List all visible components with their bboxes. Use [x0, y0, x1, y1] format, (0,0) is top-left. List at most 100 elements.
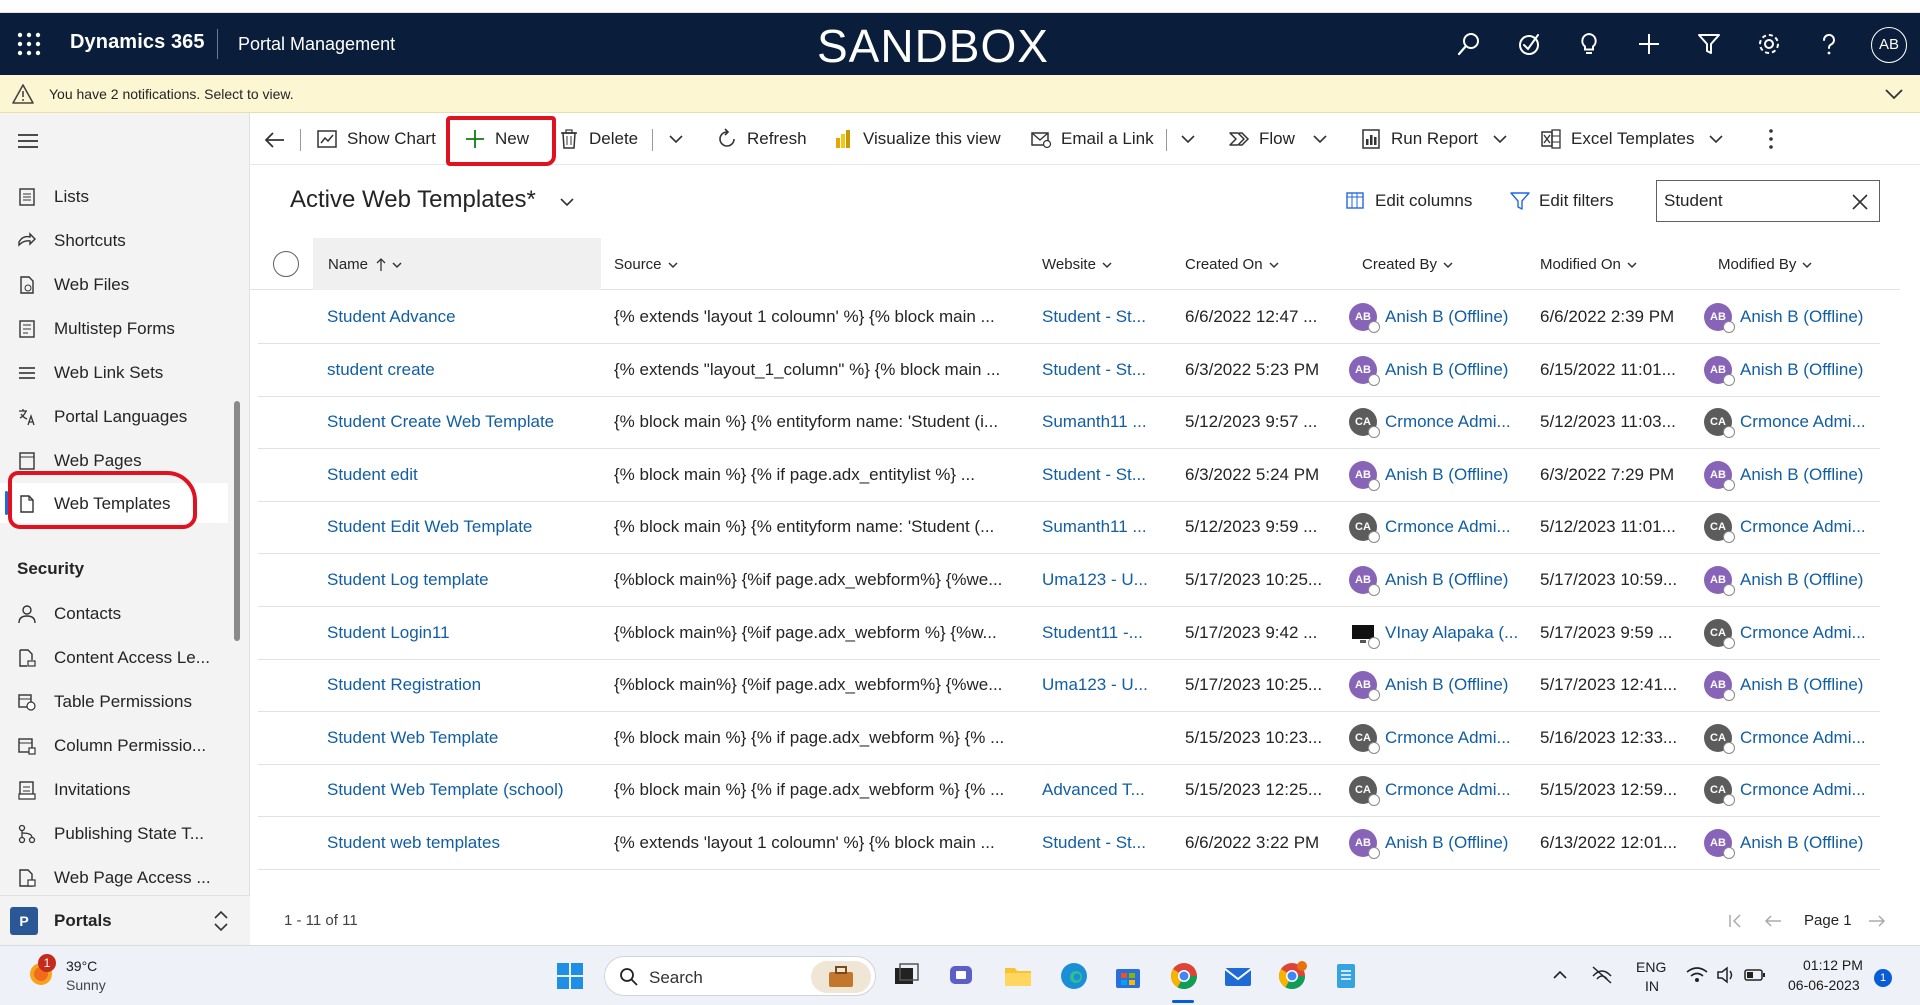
- user-link[interactable]: Anish B (Offline): [1740, 833, 1863, 853]
- previous-page-icon[interactable]: [1764, 914, 1782, 928]
- user-link[interactable]: Crmonce Admi...: [1385, 412, 1511, 432]
- chrome-icon[interactable]: [1168, 960, 1200, 992]
- record-name-link[interactable]: Student Advance: [327, 307, 456, 327]
- record-website-link[interactable]: Student - St...: [1042, 360, 1146, 380]
- user-link[interactable]: Anish B (Offline): [1385, 465, 1508, 485]
- battery-icon[interactable]: [1744, 968, 1766, 982]
- record-created-by[interactable]: CA Crmonce Admi...: [1349, 513, 1511, 544]
- record-modified-by[interactable]: CA Crmonce Admi...: [1704, 618, 1866, 649]
- record-created-by[interactable]: AB Anish B (Offline): [1349, 303, 1508, 333]
- user-avatar[interactable]: AB: [1871, 27, 1907, 63]
- notification-message[interactable]: You have 2 notifications. Select to view…: [49, 86, 294, 102]
- user-link[interactable]: VInay Alapaka (...: [1385, 623, 1518, 643]
- record-modified-by[interactable]: CA Crmonce Admi...: [1704, 408, 1866, 439]
- user-link[interactable]: Anish B (Offline): [1385, 360, 1508, 380]
- user-link[interactable]: Anish B (Offline): [1385, 307, 1508, 327]
- sidebar-item-lists[interactable]: Lists: [0, 176, 228, 216]
- user-link[interactable]: Crmonce Admi...: [1740, 412, 1866, 432]
- table-row[interactable]: Student Advance {% extends 'layout 1 colo…: [258, 291, 1880, 344]
- input-language[interactable]: ENG: [1636, 959, 1666, 975]
- record-created-by[interactable]: AB Anish B (Offline): [1349, 829, 1508, 859]
- column-header-website[interactable]: Website: [1042, 256, 1113, 273]
- task-icon[interactable]: [1516, 31, 1542, 57]
- record-created-by[interactable]: CA Crmonce Admi...: [1349, 408, 1511, 439]
- column-header-created-by[interactable]: Created By: [1362, 256, 1454, 273]
- table-row[interactable]: Student Login11 {%block main%} {%if page.…: [258, 607, 1880, 660]
- sidebar-item-web-link-sets[interactable]: Web Link Sets: [0, 352, 228, 392]
- user-link[interactable]: Anish B (Offline): [1740, 465, 1863, 485]
- record-modified-by[interactable]: CA Crmonce Admi...: [1704, 776, 1866, 807]
- wifi-icon[interactable]: [1686, 966, 1708, 984]
- show-chart-button[interactable]: Show Chart: [316, 126, 436, 152]
- windows-start-icon[interactable]: [554, 960, 586, 992]
- chevron-down-icon[interactable]: [1884, 85, 1904, 103]
- record-created-by[interactable]: VInay Alapaka (...: [1349, 618, 1518, 649]
- sidebar-item-shortcuts[interactable]: Shortcuts: [0, 220, 228, 260]
- email-link-button[interactable]: Email a Link: [1030, 126, 1154, 152]
- store-icon[interactable]: [1112, 960, 1144, 992]
- user-link[interactable]: Anish B (Offline): [1740, 360, 1863, 380]
- record-name-link[interactable]: Student edit: [327, 465, 418, 485]
- flow-button[interactable]: Flow: [1228, 126, 1295, 152]
- record-website-link[interactable]: Student - St...: [1042, 465, 1146, 485]
- record-created-by[interactable]: AB Anish B (Offline): [1349, 671, 1508, 702]
- view-title[interactable]: Active Web Templates*: [290, 186, 536, 214]
- record-website-link[interactable]: Advanced T...: [1042, 780, 1145, 800]
- record-name-link[interactable]: Student Registration: [327, 675, 481, 695]
- chevron-down-icon[interactable]: [668, 130, 684, 148]
- sidebar-item-web-page-access-rules[interactable]: Web Page Access ...: [0, 857, 228, 897]
- record-created-by[interactable]: AB Anish B (Offline): [1349, 355, 1508, 386]
- record-created-by[interactable]: CA Crmonce Admi...: [1349, 723, 1511, 754]
- record-created-by[interactable]: AB Anish B (Offline): [1349, 566, 1508, 596]
- edit-columns-button[interactable]: Edit columns: [1346, 191, 1472, 211]
- record-name-link[interactable]: Student Web Template (school): [327, 780, 564, 800]
- sidebar-item-portal-languages[interactable]: Portal Languages: [0, 396, 228, 436]
- record-name-link[interactable]: Student Web Template: [327, 728, 498, 748]
- column-header-modified-on[interactable]: Modified On: [1540, 256, 1638, 273]
- notepad-icon[interactable]: [1330, 960, 1362, 992]
- record-modified-by[interactable]: AB Anish B (Offline): [1704, 460, 1863, 491]
- sidebar-item-contacts[interactable]: Contacts: [0, 593, 228, 633]
- user-link[interactable]: Anish B (Offline): [1385, 570, 1508, 590]
- table-row[interactable]: Student Log template {%block main%} {%if …: [258, 554, 1880, 607]
- notification-count-badge[interactable]: 1: [1874, 969, 1892, 987]
- user-link[interactable]: Crmonce Admi...: [1740, 517, 1866, 537]
- table-row[interactable]: Student Registration {%block main%} {%if …: [258, 659, 1880, 713]
- user-link[interactable]: Anish B (Offline): [1385, 833, 1508, 853]
- sidebar-item-column-permissions[interactable]: Column Permissio...: [0, 725, 228, 765]
- clock-date[interactable]: 06-06-2023: [1788, 977, 1860, 993]
- sidebar-item-invitations[interactable]: Invitations: [0, 769, 228, 809]
- user-link[interactable]: Crmonce Admi...: [1385, 780, 1511, 800]
- edit-filters-button[interactable]: Edit filters: [1510, 191, 1614, 211]
- record-name-link[interactable]: Student Edit Web Template: [327, 517, 532, 537]
- help-icon[interactable]: [1816, 31, 1842, 57]
- more-commands-icon[interactable]: [1766, 127, 1776, 151]
- user-link[interactable]: Crmonce Admi...: [1740, 780, 1866, 800]
- view-selector-chevron-icon[interactable]: [558, 193, 576, 211]
- chevron-down-icon[interactable]: [1708, 130, 1724, 148]
- brand-title[interactable]: Dynamics 365: [70, 31, 205, 54]
- delete-button[interactable]: Delete: [558, 126, 638, 152]
- search-icon[interactable]: [1456, 31, 1482, 57]
- app-name[interactable]: Portal Management: [238, 34, 395, 55]
- first-page-icon[interactable]: [1728, 914, 1744, 928]
- app-launcher-icon[interactable]: [16, 31, 42, 57]
- record-name-link[interactable]: Student web templates: [327, 833, 500, 853]
- mail-icon[interactable]: [1222, 960, 1254, 992]
- chevron-down-icon[interactable]: [1180, 130, 1196, 148]
- refresh-button[interactable]: Refresh: [716, 126, 807, 152]
- table-row[interactable]: Student Edit Web Template {% block main %…: [258, 501, 1880, 555]
- record-modified-by[interactable]: AB Anish B (Offline): [1704, 303, 1863, 333]
- sidebar-item-table-permissions[interactable]: Table Permissions: [0, 681, 228, 721]
- column-header-created-on[interactable]: Created On: [1185, 256, 1280, 273]
- table-row[interactable]: Student Create Web Template {% block main…: [258, 396, 1880, 450]
- file-explorer-icon[interactable]: [1002, 960, 1034, 992]
- record-created-by[interactable]: CA Crmonce Admi...: [1349, 776, 1511, 807]
- network-offline-icon[interactable]: [1590, 964, 1614, 986]
- chevron-down-icon[interactable]: [1492, 130, 1508, 148]
- record-website-link[interactable]: Student11 -...: [1042, 623, 1143, 643]
- record-website-link[interactable]: Student - St...: [1042, 833, 1146, 853]
- user-link[interactable]: Anish B (Offline): [1740, 307, 1863, 327]
- column-header-modified-by[interactable]: Modified By: [1718, 256, 1813, 273]
- chevron-down-icon[interactable]: [1312, 130, 1328, 148]
